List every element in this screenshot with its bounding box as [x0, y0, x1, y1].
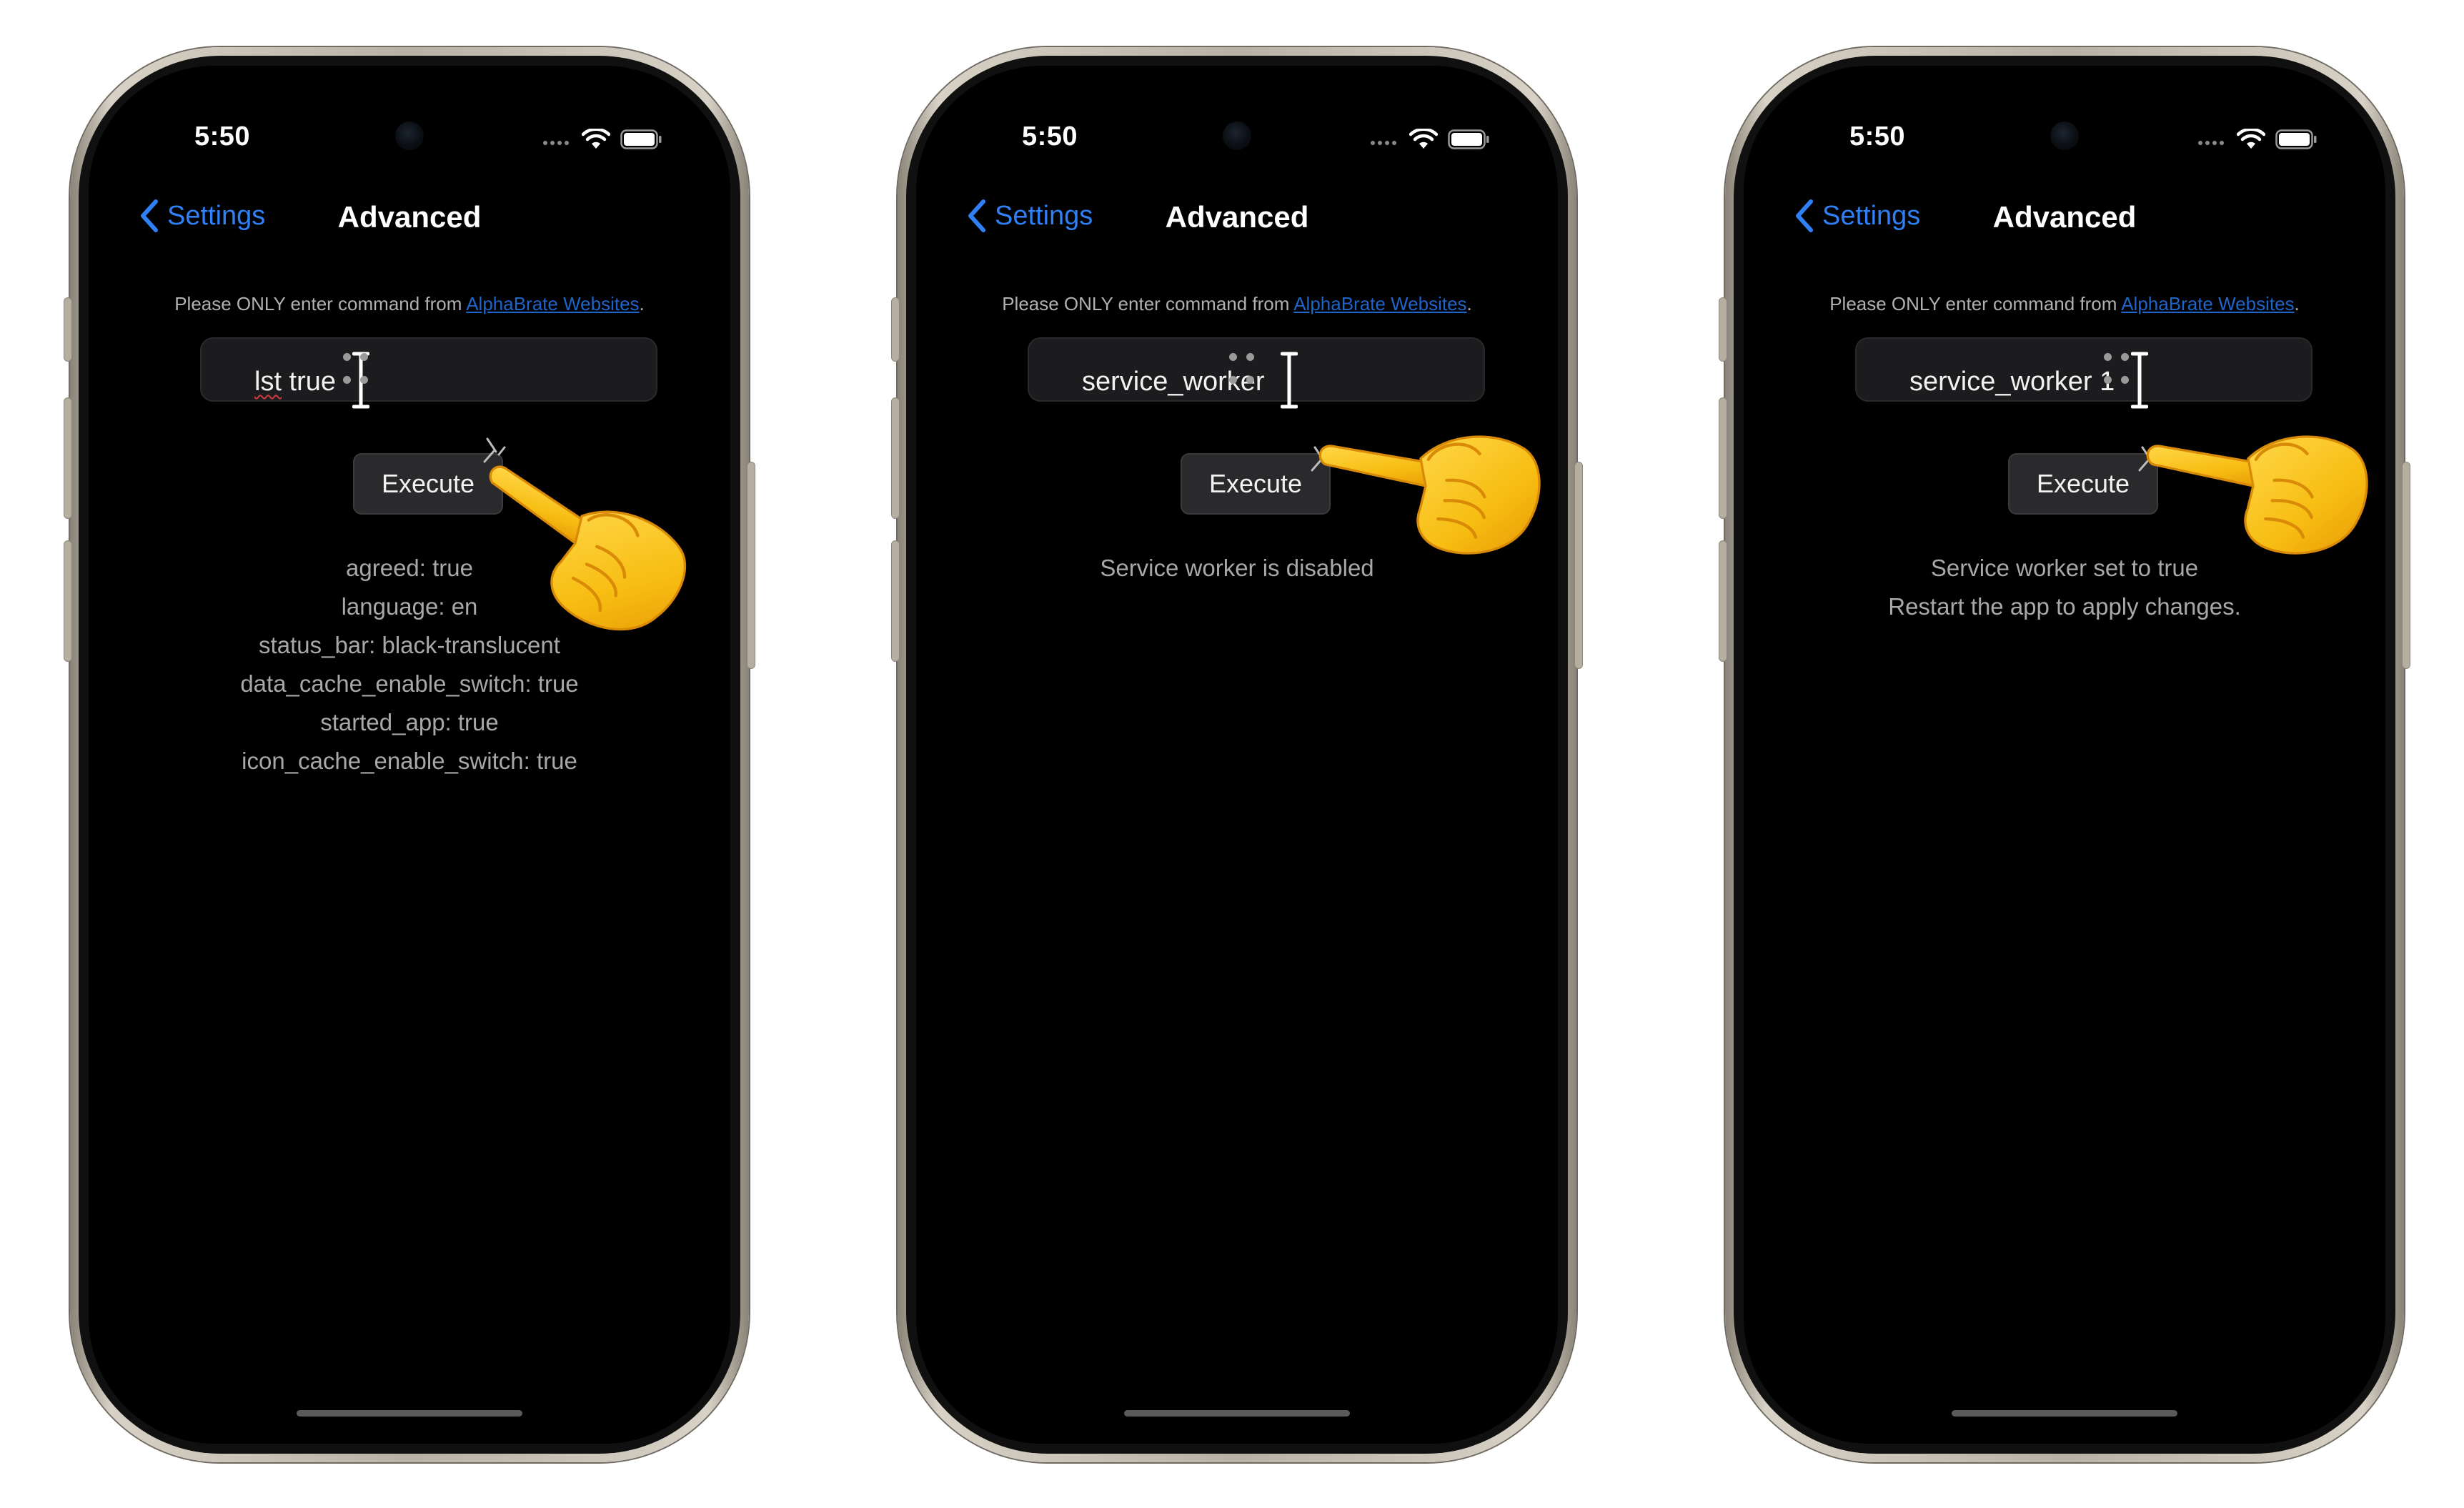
volume-up-button	[891, 397, 900, 519]
notice-prefix: Please ONLY enter command from	[174, 293, 467, 314]
action-button	[1719, 297, 1727, 362]
home-indicator[interactable]	[1952, 1410, 2177, 1417]
notice-prefix: Please ONLY enter command from	[1002, 293, 1294, 314]
volume-up-button	[64, 397, 72, 519]
selection-handle-icon[interactable]	[343, 353, 372, 389]
status-time: 5:50	[1022, 121, 1078, 152]
camera-icon	[1223, 121, 1251, 150]
notice-text: Please ONLY enter command from AlphaBrat…	[1744, 293, 2385, 315]
page-title: Advanced	[1992, 200, 2137, 234]
page-title: Advanced	[337, 200, 482, 234]
page-title: Advanced	[1165, 200, 1309, 234]
phone-screen: 5:50 Settings Advanced Please ONLY enter…	[89, 66, 730, 1444]
notice-suffix: .	[639, 293, 645, 314]
camera-icon	[2050, 121, 2079, 150]
wifi-icon	[1409, 129, 1438, 149]
phone-frame-2: 5:50 Settings Advanced Please ONLY enter…	[891, 47, 1583, 1462]
output-line: data_cache_enable_switch: true	[240, 670, 579, 697]
battery-icon	[1448, 129, 1489, 149]
cellular-signal-icon	[2198, 141, 2224, 145]
status-icons	[543, 129, 662, 150]
status-icons	[1371, 129, 1489, 150]
wifi-icon	[582, 129, 610, 149]
volume-up-button	[1719, 397, 1727, 519]
alphabrate-link[interactable]: AlphaBrate Websites	[466, 293, 639, 314]
alphabrate-link[interactable]: AlphaBrate Websites	[2121, 293, 2294, 314]
input-rest: true	[282, 367, 337, 397]
selection-handle-icon[interactable]	[2104, 353, 2132, 389]
command-input-value: service_worker 1	[1909, 352, 2148, 412]
output-line: started_app: true	[320, 709, 499, 735]
phone-screen: 5:50 Settings Advanced Please ONLY enter…	[1744, 66, 2385, 1444]
pointing-hand-icon	[1300, 395, 1551, 576]
notice-text: Please ONLY enter command from AlphaBrat…	[89, 293, 730, 315]
notice-prefix: Please ONLY enter command from	[1829, 293, 2122, 314]
command-input[interactable]: lst true	[200, 337, 657, 409]
notice-suffix: .	[1466, 293, 1472, 314]
command-input[interactable]: service_worker	[1028, 337, 1485, 409]
side-button	[1574, 462, 1583, 669]
status-icons	[2198, 129, 2317, 150]
command-input-value: lst true	[254, 352, 372, 412]
output-line: Restart the app to apply changes.	[1888, 593, 2241, 620]
alphabrate-link[interactable]: AlphaBrate Websites	[1293, 293, 1466, 314]
command-input-value: service_worker	[1082, 352, 1298, 412]
battery-icon	[620, 129, 662, 149]
phone-screen: 5:50 Settings Advanced Please ONLY enter…	[916, 66, 1558, 1444]
status-time: 5:50	[194, 121, 251, 152]
cellular-signal-icon	[1371, 141, 1396, 145]
wifi-icon	[2237, 129, 2265, 149]
battery-icon	[2275, 129, 2317, 149]
volume-down-button	[1719, 540, 1727, 662]
text-cursor-icon	[1281, 352, 1298, 409]
camera-icon	[395, 121, 424, 150]
notice-text: Please ONLY enter command from AlphaBrat…	[916, 293, 1558, 315]
volume-down-button	[891, 540, 900, 662]
action-button	[891, 297, 900, 362]
phone-frame-1: 5:50 Settings Advanced Please ONLY enter…	[64, 47, 755, 1462]
home-indicator[interactable]	[1124, 1410, 1350, 1417]
volume-down-button	[64, 540, 72, 662]
phone-frame-3: 5:50 Settings Advanced Please ONLY enter…	[1719, 47, 2410, 1462]
pointing-hand-icon	[2127, 395, 2378, 576]
home-indicator[interactable]	[297, 1410, 522, 1417]
side-button	[747, 462, 755, 669]
cellular-signal-icon	[543, 141, 569, 145]
input-value: service_worker 1	[1909, 367, 2115, 397]
action-button	[64, 297, 72, 362]
notice-suffix: .	[2294, 293, 2300, 314]
command-input[interactable]: service_worker 1	[1855, 337, 2313, 409]
selection-handle-icon[interactable]	[1229, 353, 1258, 389]
input-misspelled-word: lst	[254, 367, 282, 397]
side-button	[2402, 462, 2410, 669]
status-time: 5:50	[1849, 121, 1906, 152]
output-line: icon_cache_enable_switch: true	[242, 748, 577, 774]
